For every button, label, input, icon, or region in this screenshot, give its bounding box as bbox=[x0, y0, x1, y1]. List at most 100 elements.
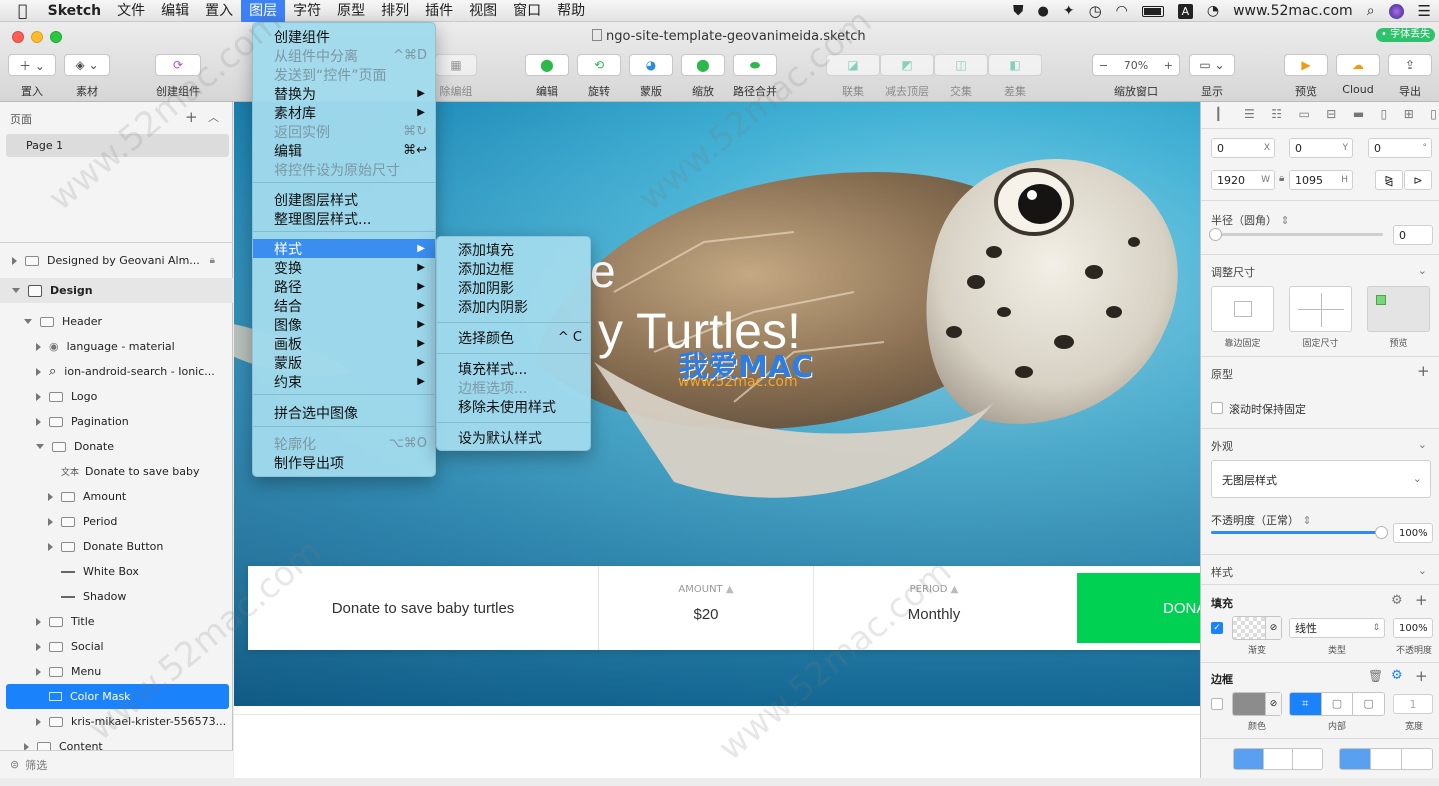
stepper-icon[interactable]: ⇕ bbox=[1281, 214, 1290, 227]
layer-row[interactable]: kris-mikael-krister-556573... bbox=[0, 709, 233, 734]
chevron-down-icon[interactable]: ⌄ bbox=[1418, 438, 1427, 451]
donate-white-box[interactable]: Donate to save baby turtles AMOUNT ▲ $20… bbox=[248, 566, 1200, 650]
opacity-slider-knob[interactable] bbox=[1375, 526, 1388, 539]
disclosure-closed-icon[interactable] bbox=[12, 256, 17, 265]
border-swatch[interactable]: ⊘ bbox=[1232, 692, 1282, 716]
border-checkbox[interactable] bbox=[1211, 698, 1223, 710]
opacity-field[interactable]: 100% bbox=[1393, 523, 1433, 543]
layer-row[interactable]: ◉ language - material bbox=[0, 334, 233, 359]
layer-menu-item[interactable]: 拼合选中图像 bbox=[253, 403, 435, 422]
layer-row[interactable]: Menu bbox=[0, 659, 233, 684]
height-field[interactable]: 1095 H bbox=[1289, 170, 1353, 190]
insert-button[interactable]: ＋ ⌄ bbox=[8, 54, 56, 76]
preview-button[interactable]: ▶ bbox=[1284, 54, 1328, 76]
subtract-button[interactable]: ◩ bbox=[880, 54, 934, 76]
border-outside-icon[interactable]: ▢ bbox=[1352, 693, 1384, 715]
distribute-h-icon[interactable]: ▯ bbox=[1381, 107, 1388, 121]
layer-menu-item[interactable]: 创建组件 bbox=[253, 27, 435, 46]
disclosure-closed-icon[interactable] bbox=[36, 667, 41, 676]
align-top-icon[interactable]: ▭ bbox=[1298, 107, 1309, 121]
tab-icon[interactable] bbox=[1234, 749, 1263, 769]
tab-icon[interactable] bbox=[1340, 749, 1370, 769]
disclosure-open-icon[interactable] bbox=[12, 288, 20, 293]
apple-icon[interactable]:  bbox=[0, 0, 40, 22]
disclosure-closed-icon[interactable] bbox=[36, 642, 41, 651]
zoom-button[interactable] bbox=[50, 31, 62, 43]
menu-file[interactable]: 文件 bbox=[109, 0, 153, 22]
align-vcenter-icon[interactable]: ⊟ bbox=[1326, 107, 1336, 121]
border-width-field[interactable]: 1 bbox=[1393, 694, 1433, 714]
lock-icon[interactable]: 🔒︎ bbox=[210, 255, 215, 266]
pin-edge-control[interactable] bbox=[1211, 286, 1274, 332]
chevron-down-icon[interactable]: ⌄ bbox=[1418, 264, 1427, 277]
shadow-tabs-right[interactable] bbox=[1339, 748, 1433, 770]
ungroup-button[interactable]: ▦ bbox=[435, 54, 477, 76]
difference-button[interactable]: ◧ bbox=[988, 54, 1042, 76]
fill-checkbox[interactable]: ✓ bbox=[1211, 622, 1223, 634]
layer-row[interactable]: Design bbox=[0, 278, 233, 303]
tab-icon[interactable] bbox=[1370, 749, 1401, 769]
menu-help[interactable]: 帮助 bbox=[549, 0, 593, 22]
layer-row[interactable]: Amount bbox=[0, 484, 233, 509]
layer-row[interactable]: Donate Button bbox=[0, 534, 233, 559]
collapse-pages-icon[interactable]: ︿ bbox=[208, 109, 219, 125]
layer-menu-item[interactable]: 画板 ▶ bbox=[253, 334, 435, 353]
zoom-in-button[interactable]: + bbox=[1164, 59, 1173, 72]
align-left-icon[interactable]: ▕▏ bbox=[1209, 107, 1227, 121]
export-button[interactable]: ⇪ bbox=[1388, 54, 1432, 76]
tab-icon[interactable] bbox=[1292, 749, 1322, 769]
zoom-control[interactable]: − 70% + bbox=[1092, 54, 1180, 76]
filter-bar[interactable]: ⊜ 筛选 bbox=[0, 750, 233, 778]
layer-menu-item[interactable]: 编辑 ⌘↩ bbox=[253, 141, 435, 160]
fixed-size-control[interactable] bbox=[1289, 286, 1352, 332]
layer-menu-item[interactable]: 蒙版 ▶ bbox=[253, 353, 435, 372]
y-field[interactable]: 0Y bbox=[1289, 138, 1353, 158]
distribute-v-icon[interactable]: ⊞ bbox=[1404, 107, 1414, 121]
tool-icon[interactable]: ✦ bbox=[1063, 3, 1075, 19]
disclosure-closed-icon[interactable] bbox=[36, 617, 41, 626]
menu-window[interactable]: 窗口 bbox=[505, 0, 549, 22]
radius-slider[interactable] bbox=[1211, 233, 1383, 236]
rotate-button[interactable]: ⟲ bbox=[577, 54, 621, 76]
wifi-icon[interactable]: ◠ bbox=[1116, 3, 1128, 19]
layer-row[interactable]: Period bbox=[0, 509, 233, 534]
shield-icon[interactable]: ⛊ bbox=[1013, 3, 1024, 19]
menu-edit[interactable]: 编辑 bbox=[153, 0, 197, 22]
rotation-field[interactable]: 0 ° bbox=[1368, 138, 1432, 158]
style-submenu-item[interactable]: 移除未使用样式 bbox=[437, 397, 590, 416]
disclosure-open-icon[interactable] bbox=[24, 319, 32, 324]
menu-text[interactable]: 字符 bbox=[285, 0, 329, 22]
layer-style-select[interactable]: 无图层样式 ⌄ bbox=[1211, 460, 1431, 498]
layer-row[interactable]: Color Mask bbox=[6, 684, 229, 709]
timer-icon[interactable]: ◔ bbox=[1207, 3, 1219, 19]
align-hcenter-icon[interactable]: ☰ bbox=[1244, 107, 1255, 121]
create-symbol-button[interactable]: ⟳ bbox=[155, 54, 201, 76]
bell-icon[interactable]: ● bbox=[1037, 4, 1048, 19]
intersect-button[interactable]: ◫ bbox=[934, 54, 988, 76]
layer-row[interactable]: Designed by Geovani Alm... 🔒︎ bbox=[0, 248, 233, 273]
layer-menu-item[interactable]: 整理图层样式... bbox=[253, 209, 435, 228]
disclosure-closed-icon[interactable] bbox=[36, 717, 41, 726]
layer-menu-item[interactable]: 制作导出项 bbox=[253, 453, 435, 472]
disclosure-closed-icon[interactable] bbox=[36, 417, 41, 426]
layer-row[interactable]: 文本 Donate to save baby bbox=[0, 459, 233, 484]
layer-menu-item[interactable]: 样式 ▶ bbox=[253, 239, 435, 258]
layer-menu-item[interactable]: 变换 ▶ bbox=[253, 258, 435, 277]
add-fill-icon[interactable]: + bbox=[1415, 591, 1428, 609]
clock-icon[interactable]: ◷ bbox=[1089, 2, 1102, 20]
union-button[interactable]: ◪ bbox=[826, 54, 880, 76]
fill-settings-icon[interactable]: ⚙ bbox=[1391, 593, 1403, 608]
layer-menu-item[interactable]: 替换为 ▶ bbox=[253, 84, 435, 103]
layer-menu-item[interactable]: 路径 ▶ bbox=[253, 277, 435, 296]
layer-row[interactable]: Pagination bbox=[0, 409, 233, 434]
cloud-button[interactable]: ☁ bbox=[1336, 54, 1380, 76]
add-page-icon[interactable]: + bbox=[185, 108, 198, 126]
flip-horizontal-button[interactable]: ⧎ bbox=[1375, 170, 1403, 190]
disclosure-closed-icon[interactable] bbox=[48, 517, 53, 526]
shadow-tabs-left[interactable] bbox=[1233, 748, 1323, 770]
radius-field[interactable]: 0 bbox=[1393, 225, 1433, 245]
path-merge-button[interactable]: ⬬ bbox=[733, 54, 777, 76]
layer-row[interactable]: Header bbox=[0, 309, 233, 334]
border-inside-icon[interactable]: ⌗ bbox=[1290, 693, 1321, 715]
menu-view[interactable]: 视图 bbox=[461, 0, 505, 22]
